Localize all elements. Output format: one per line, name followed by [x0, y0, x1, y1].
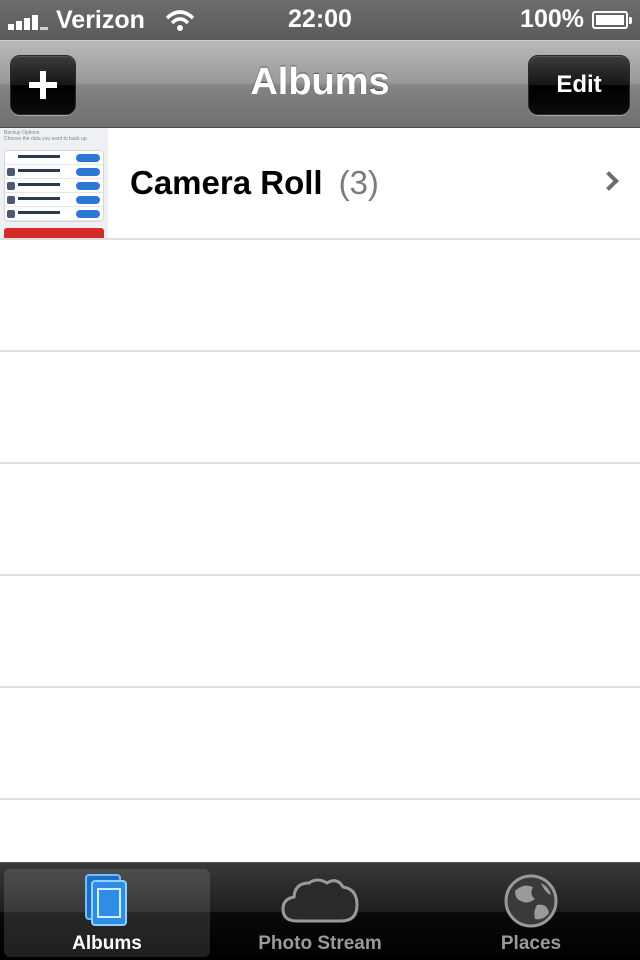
album-name: Camera Roll: [130, 164, 323, 201]
cloud-icon: [281, 878, 359, 923]
tab-places[interactable]: Places: [428, 869, 634, 957]
tab-photo-stream[interactable]: Photo Stream: [217, 869, 423, 957]
tab-albums[interactable]: Albums: [4, 869, 210, 957]
tab-label-places: Places: [500, 933, 562, 954]
empty-row: [0, 576, 640, 688]
tab-label-photo-stream: Photo Stream: [258, 933, 382, 954]
edit-button[interactable]: Edit: [528, 55, 630, 115]
chevron-right-icon: [599, 171, 619, 191]
albums-table: Backup Options Choose the data you want …: [0, 128, 640, 862]
album-title: Camera Roll (3): [130, 164, 379, 202]
album-thumbnail: Backup Options Choose the data you want …: [0, 128, 108, 238]
battery-percent: 100%: [520, 5, 584, 33]
globe-icon: [504, 874, 558, 928]
albums-icon: [85, 874, 127, 926]
empty-row: [0, 240, 640, 352]
empty-row: [0, 800, 640, 862]
status-right: 100%: [520, 5, 632, 34]
navigation-bar: Albums Edit: [0, 40, 640, 128]
empty-row: [0, 352, 640, 464]
battery-icon: [592, 10, 632, 29]
tab-bar: Albums Photo Stream Places: [0, 862, 640, 960]
thumbnail-card: [4, 150, 104, 222]
album-count: (3): [338, 164, 379, 201]
thumbnail-header: Backup Options Choose the data you want …: [4, 130, 88, 142]
album-row-camera-roll[interactable]: Backup Options Choose the data you want …: [0, 128, 640, 240]
empty-row: [0, 688, 640, 800]
thumbnail-delete-bar: [4, 228, 104, 238]
empty-row: [0, 464, 640, 576]
status-bar: Verizon 22:00 100%: [0, 0, 640, 40]
tab-label-albums: Albums: [72, 933, 142, 954]
